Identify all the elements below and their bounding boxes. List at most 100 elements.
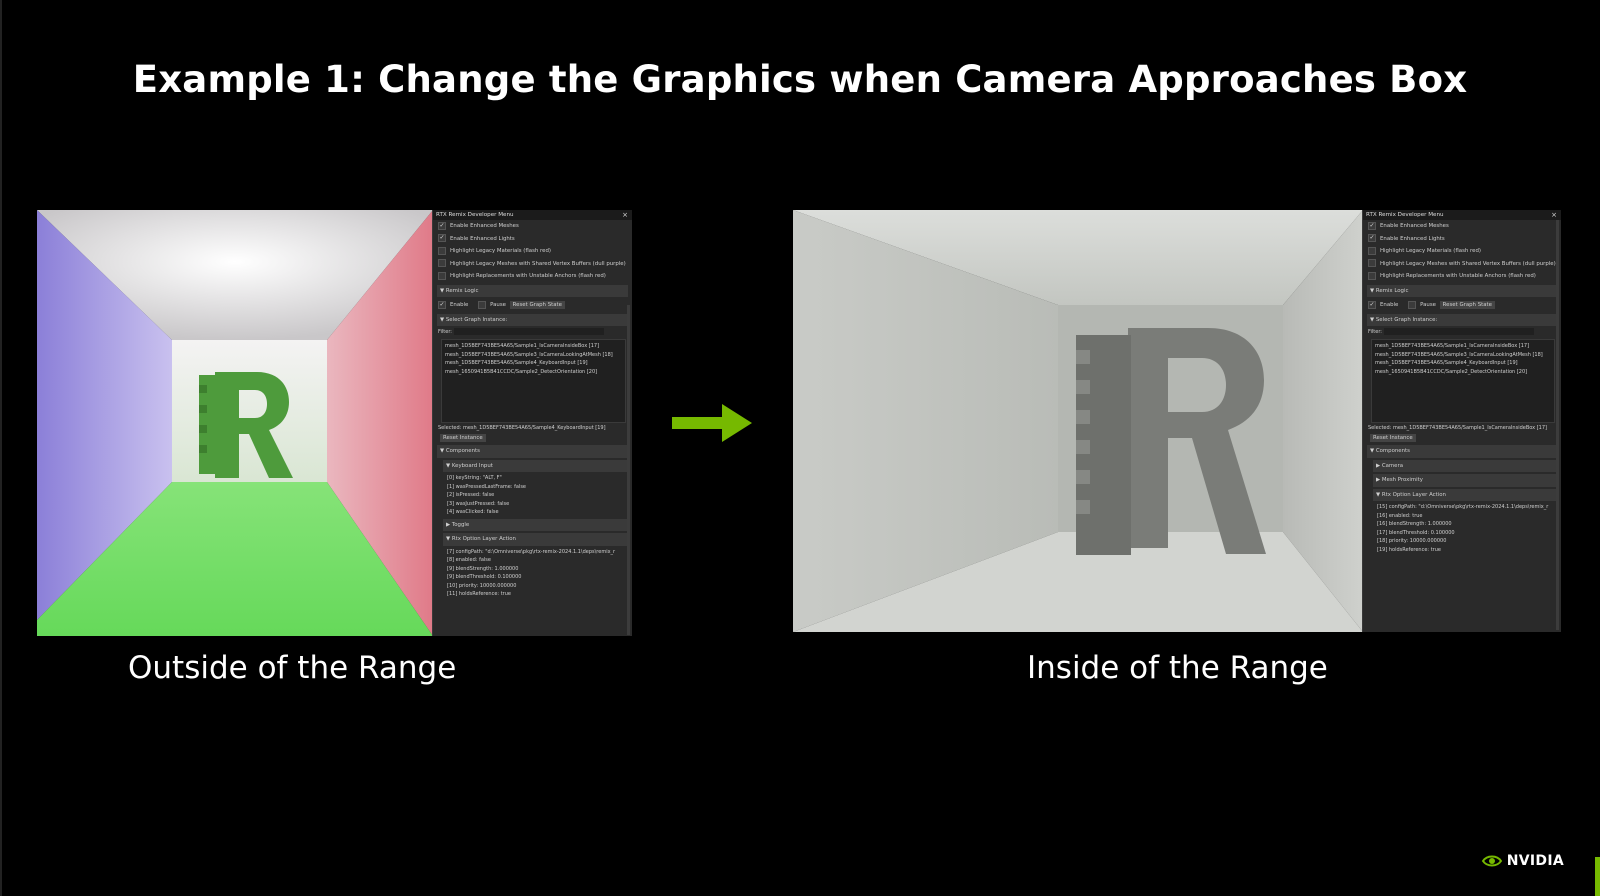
filter-row: Filter: — [1368, 328, 1555, 337]
property-row: [11] holdsReference: true — [447, 591, 511, 597]
reset-instance-button[interactable]: Reset Instance — [440, 434, 486, 442]
rtx-option-header[interactable]: ▼ Rtx Option Layer Action — [443, 533, 628, 546]
menu-title: RTX Remix Developer Menu — [436, 212, 514, 218]
pause-label: Pause — [1420, 302, 1436, 308]
checkbox-label: Highlight Replacements with Unstable Anc… — [1380, 273, 1536, 279]
mesh-proximity-header[interactable]: ▶ Mesh Proximity — [1373, 474, 1557, 487]
section-label: Keyboard Input — [451, 462, 493, 469]
viewport-colored-box[interactable] — [37, 210, 433, 636]
property-row: [18] priority: 10000.000000 — [1377, 538, 1447, 544]
nvidia-eye-icon — [1481, 855, 1502, 867]
selected-instance-text: Selected: mesh_1D5BEF743BE54A65/Sample1_… — [1368, 425, 1547, 431]
list-item[interactable]: mesh_1D5BEF743BE54A65/Sample1_IsCameraIn… — [1375, 342, 1551, 351]
list-item[interactable]: mesh_1650941B5B41CCDC/Sample2_DetectOrie… — [1375, 368, 1551, 377]
property-row: [9] blendThreshold: 0.100000 — [447, 574, 522, 580]
reset-instance-button[interactable]: Reset Instance — [1370, 434, 1416, 442]
section-label: Rtx Option Layer Action — [1381, 491, 1446, 498]
right-arrow-icon — [672, 404, 752, 442]
enable-enhanced-lights-checkbox[interactable]: ✓ Enable Enhanced Lights — [433, 233, 632, 246]
highlight-replacements-checkbox[interactable]: Highlight Replacements with Unstable Anc… — [1363, 270, 1561, 283]
checkbox-label: Enable Enhanced Meshes — [1380, 223, 1449, 229]
list-item[interactable]: mesh_1650941B5B41CCDC/Sample2_DetectOrie… — [445, 368, 622, 377]
property-row: [16] enabled: true — [1377, 512, 1423, 519]
checkbox-box — [1368, 246, 1376, 255]
checkbox-label: Highlight Legacy Meshes with Shared Vert… — [1380, 260, 1556, 267]
checkbox-box — [438, 259, 446, 267]
list-item[interactable]: mesh_1D5BEF743BE54A65/Sample4_KeyboardIn… — [445, 359, 622, 368]
checkbox-label: Highlight Replacements with Unstable Anc… — [450, 273, 606, 279]
nvidia-logo: NVIDIA — [1481, 852, 1564, 870]
reset-graph-state-button[interactable]: Reset Graph State — [1439, 301, 1495, 309]
rtx-remix-developer-menu-left: RTX Remix Developer Menu × ✓ Enable Enhan… — [432, 210, 632, 636]
checkbox-label: Enable Enhanced Meshes — [450, 223, 519, 229]
highlight-legacy-materials-checkbox[interactable]: Highlight Legacy Materials (flash red) — [433, 245, 632, 258]
menu-titlebar: RTX Remix Developer Menu × — [1363, 210, 1561, 220]
screenshot-inside-range: RTX Remix Developer Menu × ✓ Enable Enhan… — [793, 210, 1561, 632]
list-item[interactable]: mesh_1D5BEF743BE54A65/Sample4_KeyboardIn… — [1375, 359, 1551, 368]
accent-bar — [1595, 857, 1600, 896]
components-header[interactable]: ▼ Components — [1367, 445, 1557, 458]
caption-outside-range: Outside of the Range — [128, 650, 457, 686]
reset-row: Reset Instance — [1363, 433, 1561, 443]
close-icon[interactable]: × — [1551, 210, 1557, 220]
rtx-remix-developer-menu-right: RTX Remix Developer Menu × ✓ Enable Enhan… — [1362, 210, 1561, 632]
section-label: Remix Logic — [1375, 287, 1409, 294]
enable-enhanced-meshes-checkbox[interactable]: ✓ Enable Enhanced Meshes — [1363, 220, 1561, 233]
list-item[interactable]: mesh_1D5BEF743BE54A65/Sample3_IsCameraLo… — [1375, 351, 1551, 360]
close-icon[interactable]: × — [622, 210, 628, 220]
checkbox-label: Highlight Legacy Materials (flash red) — [1380, 248, 1481, 254]
reset-graph-state-button[interactable]: Reset Graph State — [509, 301, 565, 309]
checkbox-label: Enable Enhanced Lights — [450, 235, 515, 242]
remix-logic-header[interactable]: ▼ Remix Logic — [437, 284, 628, 297]
toggle-header[interactable]: ▶ Toggle — [443, 518, 628, 531]
enable-enhanced-lights-checkbox[interactable]: ✓ Enable Enhanced Lights — [1363, 233, 1561, 246]
scrollbar[interactable] — [1556, 220, 1559, 630]
list-item[interactable]: mesh_1D5BEF743BE54A65/Sample1_IsCameraIn… — [445, 342, 622, 351]
enable-label: Enable — [450, 302, 469, 308]
select-graph-instance-header[interactable]: ▼ Select Graph Instance: — [437, 313, 628, 326]
keyboard-input-header[interactable]: ▼ Keyboard Input — [443, 459, 628, 472]
components-header[interactable]: ▼ Components — [437, 445, 628, 458]
graph-instance-list[interactable]: mesh_1D5BEF743BE54A65/Sample1_IsCameraIn… — [441, 339, 626, 423]
checkbox-box — [1368, 259, 1376, 267]
section-label: Mesh Proximity — [1381, 477, 1423, 483]
section-label: Components — [445, 448, 480, 454]
highlight-legacy-materials-checkbox[interactable]: Highlight Legacy Materials (flash red) — [1363, 245, 1561, 258]
remix-logic-header[interactable]: ▼ Remix Logic — [1367, 284, 1557, 297]
property-row: [0] keyString: "ALT, F" — [447, 475, 502, 481]
rtx-option-header[interactable]: ▼ Rtx Option Layer Action — [1373, 488, 1557, 501]
viewport-grey-box[interactable] — [793, 210, 1363, 632]
section-label: Remix Logic — [445, 287, 479, 294]
enable-checkbox[interactable]: ✓ — [1368, 300, 1376, 309]
highlight-legacy-meshes-checkbox[interactable]: Highlight Legacy Meshes with Shared Vert… — [1363, 258, 1561, 271]
pause-checkbox[interactable] — [478, 300, 487, 309]
checkbox-label: Highlight Legacy Materials (flash red) — [450, 248, 551, 254]
property-row: [2] isPressed: false — [447, 492, 495, 498]
pause-checkbox[interactable] — [1408, 300, 1417, 309]
slide-left-edge — [0, 0, 2, 896]
filter-label: Filter: — [1368, 329, 1382, 335]
highlight-legacy-meshes-checkbox[interactable]: Highlight Legacy Meshes with Shared Vert… — [433, 258, 632, 271]
select-graph-instance-header[interactable]: ▼ Select Graph Instance: — [1367, 313, 1557, 326]
list-item[interactable]: mesh_1D5BEF743BE54A65/Sample3_IsCameraLo… — [445, 351, 622, 360]
filter-input[interactable] — [453, 328, 604, 335]
enable-checkbox[interactable]: ✓ — [438, 300, 446, 309]
camera-header[interactable]: ▶ Camera — [1373, 459, 1557, 472]
scrollbar[interactable] — [627, 305, 630, 635]
property-row: [17] blendThreshold: 0.100000 — [1377, 529, 1455, 536]
slide-title: Example 1: Change the Graphics when Came… — [132, 58, 1468, 101]
filter-input[interactable] — [1383, 328, 1534, 335]
enable-enhanced-meshes-checkbox[interactable]: ✓ Enable Enhanced Meshes — [433, 220, 632, 233]
checkmark-icon: ✓ — [438, 221, 446, 230]
property-row: [19] holdsReference: true — [1377, 546, 1441, 553]
grey-box-scene — [793, 210, 1363, 632]
filter-row: Filter: — [438, 328, 626, 337]
brand-text: NVIDIA — [1506, 853, 1564, 869]
property-row: [10] priority: 10000.000000 — [447, 582, 517, 589]
section-label: Select Graph Instance: — [445, 316, 508, 323]
section-label: Toggle — [451, 521, 470, 528]
graph-instance-list[interactable]: mesh_1D5BEF743BE54A65/Sample1_IsCameraIn… — [1371, 339, 1555, 423]
highlight-replacements-checkbox[interactable]: Highlight Replacements with Unstable Anc… — [433, 270, 632, 283]
screenshot-outside-range: RTX Remix Developer Menu × ✓ Enable Enhan… — [37, 210, 632, 636]
checkbox-box — [438, 246, 446, 255]
